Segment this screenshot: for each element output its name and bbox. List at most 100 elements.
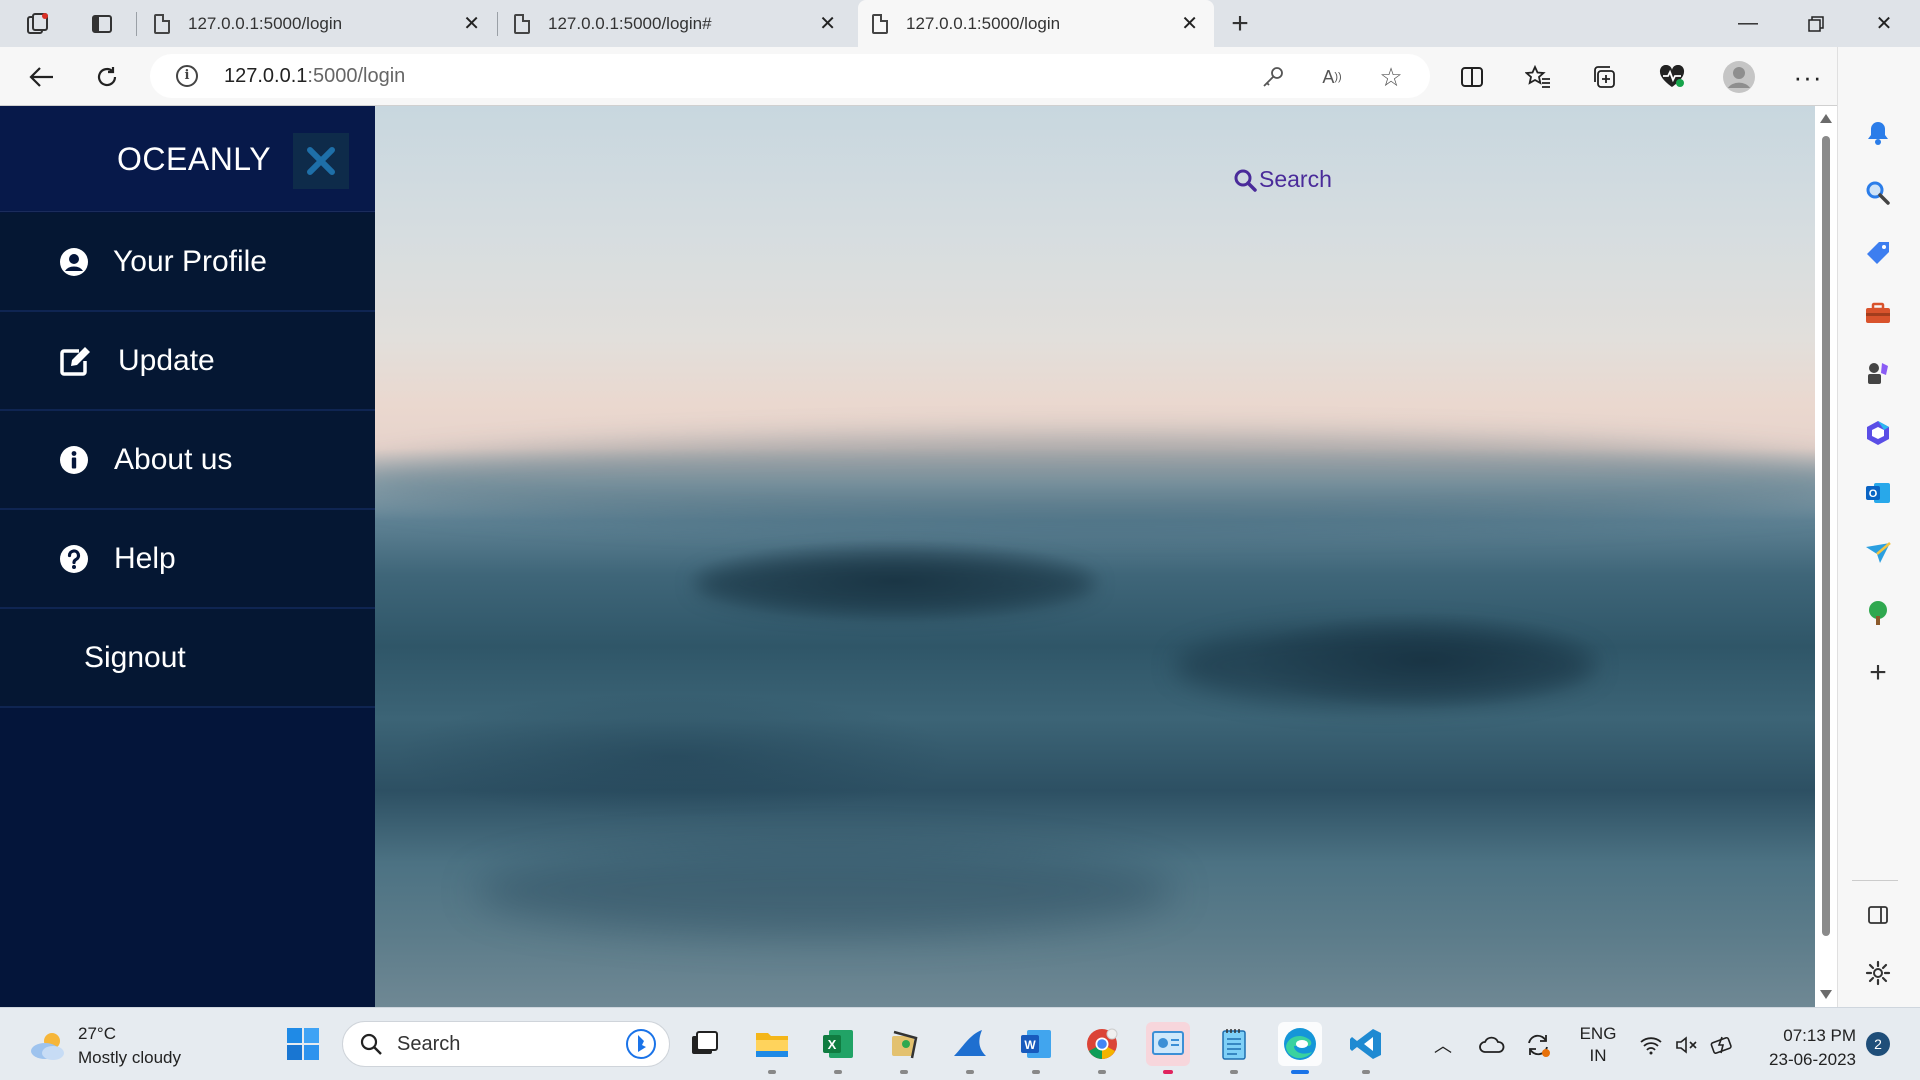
- user-circle-icon: [59, 247, 89, 277]
- favorite-star-icon[interactable]: ☆: [1376, 62, 1406, 92]
- tab-2[interactable]: 127.0.0.1:5000/login# ✕: [500, 0, 852, 47]
- search-icon: [1234, 169, 1257, 192]
- new-tab-icon[interactable]: +: [1224, 7, 1256, 40]
- page-icon: [154, 13, 170, 34]
- tab-actions-icon[interactable]: [86, 8, 118, 40]
- brand-name: OCEANLY: [117, 141, 272, 177]
- search-icon[interactable]: [1860, 175, 1896, 211]
- split-screen-icon[interactable]: [1454, 60, 1490, 94]
- clock-time: 07:13 PM: [1783, 1026, 1856, 1045]
- volume-muted-icon[interactable]: [1672, 1008, 1702, 1080]
- tab-1[interactable]: 127.0.0.1:5000/login ✕: [140, 0, 496, 47]
- read-aloud-icon[interactable]: A)): [1317, 62, 1347, 92]
- notification-badge[interactable]: 2: [1866, 1032, 1890, 1056]
- language-indicator[interactable]: ENG IN: [1572, 1008, 1624, 1080]
- file-explorer-icon[interactable]: [750, 1022, 794, 1074]
- tools-icon[interactable]: [1860, 295, 1896, 331]
- close-tab-icon[interactable]: ✕: [463, 11, 480, 36]
- back-icon[interactable]: [24, 60, 60, 94]
- sidebar-item-your-profile[interactable]: Your Profile: [0, 213, 375, 312]
- chrome-icon[interactable]: [1080, 1022, 1124, 1074]
- browser-essentials-icon[interactable]: [1654, 60, 1690, 94]
- excel-icon[interactable]: X: [816, 1022, 860, 1074]
- sidebar-close-button[interactable]: [293, 133, 349, 189]
- close-tab-icon[interactable]: ✕: [819, 11, 836, 36]
- notepad-icon[interactable]: [1212, 1022, 1256, 1074]
- sidebar-item-about-us[interactable]: About us: [0, 411, 375, 510]
- close-tab-icon[interactable]: ✕: [1181, 11, 1198, 36]
- page-icon: [514, 13, 530, 34]
- app-icon[interactable]: [882, 1022, 926, 1074]
- search-link[interactable]: Search: [1233, 166, 1332, 193]
- sync-icon[interactable]: [1520, 1008, 1556, 1080]
- address-url: 127.0.0.1:5000/login: [224, 65, 406, 87]
- send-icon[interactable]: [1860, 535, 1896, 571]
- tab-title: 127.0.0.1:5000/login: [906, 13, 1061, 33]
- help-icon: [59, 544, 89, 574]
- outlook-icon[interactable]: O: [1860, 475, 1896, 511]
- site-info-icon[interactable]: i: [176, 65, 198, 87]
- wifi-icon[interactable]: [1636, 1008, 1666, 1080]
- scroll-up-icon[interactable]: [1820, 114, 1832, 123]
- tab-title: 127.0.0.1:5000/login: [188, 13, 343, 33]
- clock-date: 23-06-2023: [1769, 1050, 1856, 1069]
- favorites-icon[interactable]: [1520, 60, 1556, 94]
- edge-browser-icon[interactable]: [1278, 1022, 1322, 1074]
- windows-logo-icon: [287, 1028, 319, 1060]
- hide-sidebar-icon[interactable]: [1860, 897, 1896, 933]
- microsoft-365-icon[interactable]: [1860, 415, 1896, 451]
- page-scrollbar[interactable]: [1815, 106, 1837, 1007]
- more-options-icon[interactable]: ···: [1790, 60, 1826, 94]
- sidebar-header: OCEANLY: [0, 106, 375, 212]
- sidebar-item-update[interactable]: Update: [0, 312, 375, 411]
- sharkfin-app-icon[interactable]: [948, 1022, 992, 1074]
- start-button[interactable]: [281, 1022, 325, 1066]
- profile-avatar[interactable]: [1721, 60, 1757, 94]
- system-clock[interactable]: 07:13 PM 23-06-2023: [1760, 1024, 1856, 1072]
- presentation-app-icon[interactable]: [1146, 1022, 1190, 1074]
- sidebar-item-label: Help: [114, 541, 176, 575]
- sidebar-item-signout[interactable]: Signout: [0, 609, 375, 708]
- restore-icon[interactable]: [1782, 0, 1850, 47]
- minimize-icon[interactable]: —: [1714, 0, 1782, 47]
- show-hidden-icons-icon[interactable]: ︿: [1428, 1008, 1458, 1080]
- settings-gear-icon[interactable]: [1860, 955, 1896, 991]
- task-view-icon[interactable]: [682, 1022, 726, 1066]
- refresh-icon[interactable]: [89, 60, 125, 94]
- word-icon[interactable]: W: [1014, 1022, 1058, 1074]
- tree-icon[interactable]: [1860, 595, 1896, 631]
- onedrive-icon[interactable]: [1474, 1008, 1510, 1080]
- vscode-icon[interactable]: [1344, 1022, 1388, 1074]
- sidebar-item-label: About us: [114, 442, 233, 476]
- sidebar-item-label: Your Profile: [113, 244, 267, 278]
- bing-icon: [626, 1029, 656, 1059]
- browser-tab-strip: 127.0.0.1:5000/login ✕ 127.0.0.1:5000/lo…: [0, 0, 1920, 47]
- weather-widget[interactable]: 27°C Mostly cloudy: [28, 1022, 181, 1070]
- address-bar[interactable]: i 127.0.0.1:5000/login A)) ☆: [150, 54, 1430, 98]
- search-link-label: Search: [1259, 166, 1332, 192]
- close-window-icon[interactable]: ✕: [1850, 0, 1918, 47]
- games-icon[interactable]: [1860, 355, 1896, 391]
- key-icon[interactable]: [1258, 62, 1288, 92]
- tab-3[interactable]: 127.0.0.1:5000/login ✕: [858, 0, 1214, 47]
- add-icon[interactable]: +: [1860, 655, 1896, 691]
- scroll-thumb[interactable]: [1822, 136, 1830, 936]
- browser-toolbar: i 127.0.0.1:5000/login A)) ☆ ···: [0, 47, 1920, 106]
- collections-icon[interactable]: [1587, 60, 1623, 94]
- app-sidebar: OCEANLY Your Profile Update About us Hel…: [0, 106, 375, 1007]
- search-icon: [360, 1033, 382, 1055]
- battery-charging-icon[interactable]: [1708, 1008, 1738, 1080]
- workspaces-icon[interactable]: [22, 8, 54, 40]
- page-viewport: Search OCEANLY Your Profile Update About…: [0, 106, 1815, 1007]
- sidebar-item-help[interactable]: Help: [0, 510, 375, 609]
- bell-icon[interactable]: [1860, 115, 1896, 151]
- scroll-down-icon[interactable]: [1820, 990, 1832, 999]
- close-icon: [307, 147, 335, 175]
- shopping-tag-icon[interactable]: [1860, 235, 1896, 271]
- taskbar-search-label: Search: [397, 1032, 461, 1055]
- weather-temperature: 27°C: [78, 1024, 116, 1043]
- ocean-background-image: Search: [335, 106, 1815, 1007]
- cloudy-weather-icon: [31, 1033, 64, 1060]
- svg-text:O: O: [1869, 488, 1878, 500]
- taskbar-search-box[interactable]: Search: [342, 1021, 670, 1067]
